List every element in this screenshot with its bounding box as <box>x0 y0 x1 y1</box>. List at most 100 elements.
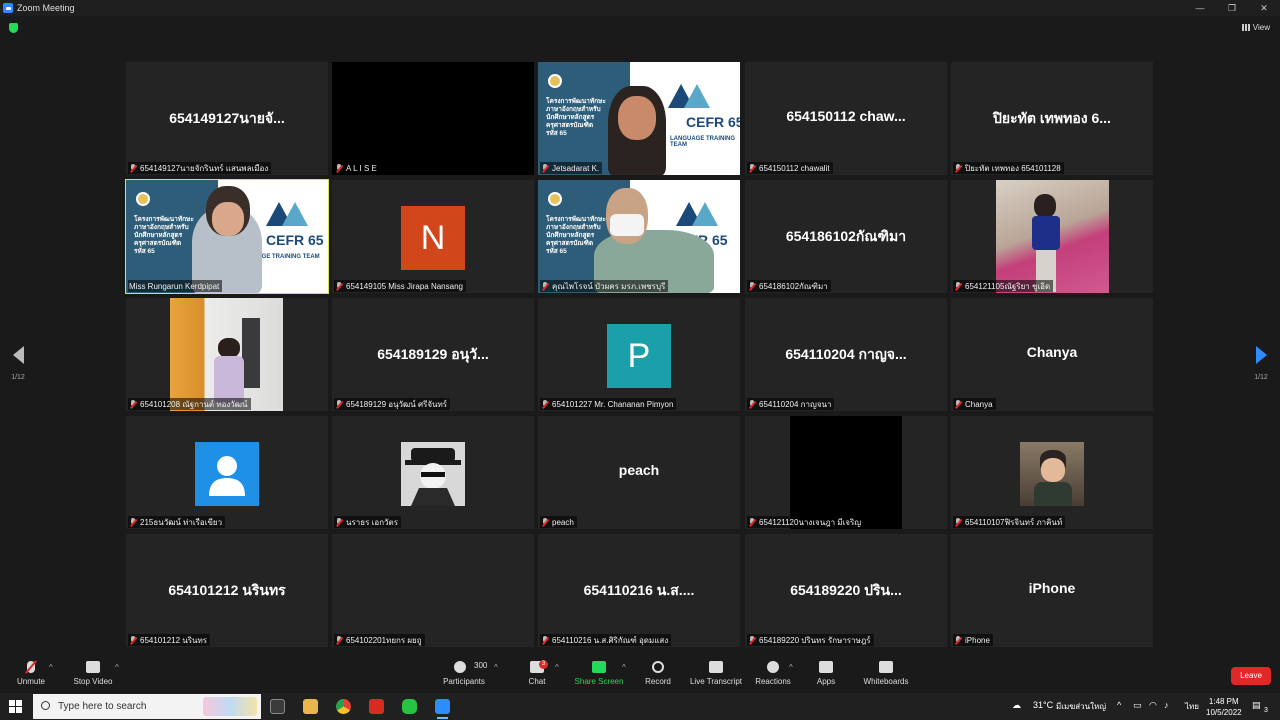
share-options-chevron-icon[interactable]: ^ <box>622 663 626 672</box>
participant-tile[interactable]: ปิยะทัต เทพทอง 6... ปิยะทัต เทพทอง 65410… <box>951 62 1153 175</box>
participant-tile[interactable]: 654186102กัณฑิมา 654186102กัณฑิมา <box>745 180 947 293</box>
next-page-button[interactable]: 1/12 <box>1251 346 1271 381</box>
input-language[interactable]: ไทย <box>1185 700 1199 713</box>
participant-tile[interactable]: 654102201ทยกร ผยฤู <box>332 534 534 647</box>
participant-name-label: 654101208 ณัฐกานต์ ทองวัฒน์ <box>128 398 251 410</box>
participant-tile[interactable]: 654110107ฟิรจินทร์ ภาคินท์ <box>951 416 1153 529</box>
weather-icon[interactable]: ☁ <box>1012 700 1021 711</box>
logo-mark-icon <box>684 84 710 108</box>
file-explorer-icon[interactable] <box>303 699 318 714</box>
close-icon[interactable]: ✕ <box>1248 0 1280 16</box>
muted-mic-icon <box>954 163 962 173</box>
participant-tile[interactable]: A L I S E <box>332 62 534 175</box>
muted-mic-icon <box>954 399 962 409</box>
participant-name-label: iPhone <box>953 634 993 646</box>
chrome-icon[interactable] <box>336 699 351 714</box>
wifi-icon[interactable]: ◠ <box>1149 700 1157 711</box>
tray-chevron-up-icon[interactable]: ^ <box>1117 700 1121 710</box>
participant-tile[interactable]: โครงการพัฒนาทักษะ ภาษาอังกฤษสำหรับ นักศึ… <box>538 62 740 175</box>
weather-description[interactable]: มีเมฆส่วนใหญ่ <box>1056 700 1106 713</box>
participant-tile[interactable]: peach peach <box>538 416 740 529</box>
whiteboards-label: Whiteboards <box>863 677 909 686</box>
participant-video: โครงการพัฒนาทักษะ ภาษาอังกฤษสำหรับ นักศึ… <box>126 180 328 293</box>
participant-avatar: N <box>401 206 465 270</box>
participant-name-label: 654121120นางเจนฎา มีเจริญ <box>747 516 865 528</box>
participant-tile[interactable]: 654101208 ณัฐกานต์ ทองวัฒน์ <box>126 298 328 411</box>
participant-name-label: Chanya <box>953 398 996 410</box>
participant-tile[interactable]: 654189129 อนุวั... 654189129 อนุวัฒน์ ศร… <box>332 298 534 411</box>
participant-tile[interactable]: 654150112 chaw... 654150112 chawalit <box>745 62 947 175</box>
reactions-button[interactable]: Reactions <box>754 661 792 686</box>
participant-tile[interactable]: โครงการพัฒนาทักษะ ภาษาอังกฤษสำหรับ นักศึ… <box>538 180 740 293</box>
network-icon[interactable]: ▭ <box>1133 700 1142 711</box>
participant-tile[interactable]: P 654101227 Mr. Chananan Pimyon <box>538 298 740 411</box>
record-button[interactable]: Record <box>644 661 672 686</box>
participant-tile[interactable]: 654110204 กาญจ... 654110204 กาญจนา <box>745 298 947 411</box>
participant-tile[interactable]: 654121120นางเจนฎา มีเจริญ <box>745 416 947 529</box>
audio-options-chevron-icon[interactable]: ^ <box>49 663 53 672</box>
participant-tile-active-speaker[interactable]: โครงการพัฒนาทักษะ ภาษาอังกฤษสำหรับ นักศึ… <box>125 179 329 294</box>
reactions-label: Reactions <box>755 677 791 686</box>
participant-avatar: P <box>607 324 671 388</box>
participant-tile[interactable]: 654121105ณัฐริยา ชูเอิด <box>951 180 1153 293</box>
live-transcript-button[interactable]: Live Transcript <box>689 661 743 686</box>
muted-mic-icon <box>748 399 756 409</box>
participant-tile[interactable]: 654149127นายจั... 654149127นายจักรินทร์ … <box>126 62 328 175</box>
participant-tile[interactable]: Chanya Chanya <box>951 298 1153 411</box>
muted-mic-icon <box>541 399 549 409</box>
participant-tile[interactable]: 654189220 ปริน... 654189220 ปรินทร รักษา… <box>745 534 947 647</box>
unmute-button[interactable]: Unmute <box>14 661 48 686</box>
participant-tile[interactable]: 654101212 นรินทร 654101212 นรินทร <box>126 534 328 647</box>
participants-options-chevron-icon[interactable]: ^ <box>494 663 498 672</box>
acrobat-icon[interactable] <box>369 699 384 714</box>
participant-name: Chanya <box>965 399 993 409</box>
participant-display-name: 654149127นายจั... <box>169 110 285 126</box>
windows-start-icon[interactable] <box>9 700 22 713</box>
participant-tile[interactable]: นราธร เอกวัตร <box>332 416 534 529</box>
video-options-chevron-icon[interactable]: ^ <box>115 663 119 672</box>
participant-display-name: 654110204 กาญจ... <box>785 346 907 362</box>
participant-tile[interactable]: iPhone iPhone <box>951 534 1153 647</box>
muted-mic-icon <box>129 517 137 527</box>
participant-name-label: 654150112 chawalit <box>747 162 833 174</box>
apps-button[interactable]: Apps <box>815 661 837 686</box>
windows-taskbar: Type here to search ☁ 31°C มีเมฆส่วนใหญ่… <box>0 693 1280 720</box>
participant-tile[interactable]: 654110216 น.ส.... 654110216 น.ส.ศิริกัณฑ… <box>538 534 740 647</box>
zoom-taskbar-icon[interactable] <box>435 699 450 719</box>
line-app-icon[interactable] <box>402 699 417 714</box>
search-icon <box>41 701 50 710</box>
participant-outfit <box>1032 216 1060 250</box>
participant-name-label: 654149127นายจักรินทร์ แสนพลเมือง <box>128 162 272 174</box>
reactions-options-chevron-icon[interactable]: ^ <box>789 663 793 672</box>
participant-outfit <box>1034 482 1072 506</box>
maximize-icon[interactable]: ❐ <box>1216 0 1248 16</box>
view-button[interactable]: View <box>1241 23 1270 32</box>
task-view-icon[interactable] <box>270 699 285 714</box>
leave-button[interactable]: Leave <box>1231 667 1271 685</box>
participant-tile[interactable]: 215ธนวัฒน์ ท่าเรือเขียว <box>126 416 328 529</box>
whiteboards-button[interactable]: Whiteboards <box>862 661 910 686</box>
share-screen-button[interactable]: Share Screen <box>574 661 624 686</box>
participant-name: 654150112 chawalit <box>759 163 830 173</box>
participant-tile[interactable]: N 654149105 Miss Jirapa Nansang <box>332 180 534 293</box>
taskbar-clock[interactable]: 1:48 PM 10/5/2022 <box>1206 696 1242 718</box>
stop-video-button[interactable]: Stop Video <box>70 661 116 686</box>
volume-icon[interactable]: ♪ <box>1164 700 1169 710</box>
participant-name-label: 654186102กัณฑิมา <box>747 280 831 292</box>
participant-name: คุณไพโรจน์ บัวผคร มรภ.เพชรบุรี <box>552 281 666 291</box>
muted-mic-icon <box>541 163 549 173</box>
project-badge-icon <box>548 192 562 206</box>
chat-options-chevron-icon[interactable]: ^ <box>555 663 559 672</box>
logo-mark-icon <box>692 202 718 226</box>
page-indicator-right: 1/12 <box>1254 374 1268 381</box>
clock-time: 1:48 PM <box>1208 697 1239 706</box>
meeting-toolbar: Unmute ^ Stop Video ^ Participants 300 ^… <box>0 653 1280 693</box>
chat-unread-badge: 3 <box>539 660 548 669</box>
minimize-icon[interactable]: — <box>1184 0 1216 16</box>
weather-temperature[interactable]: 31°C <box>1033 700 1053 710</box>
previous-page-button[interactable]: 1/12 <box>8 346 28 381</box>
encryption-shield-icon[interactable] <box>9 23 18 33</box>
notification-icon[interactable]: ▤ <box>1252 700 1261 711</box>
participants-label: Participants <box>443 677 485 686</box>
taskbar-search-box[interactable]: Type here to search <box>33 694 261 719</box>
